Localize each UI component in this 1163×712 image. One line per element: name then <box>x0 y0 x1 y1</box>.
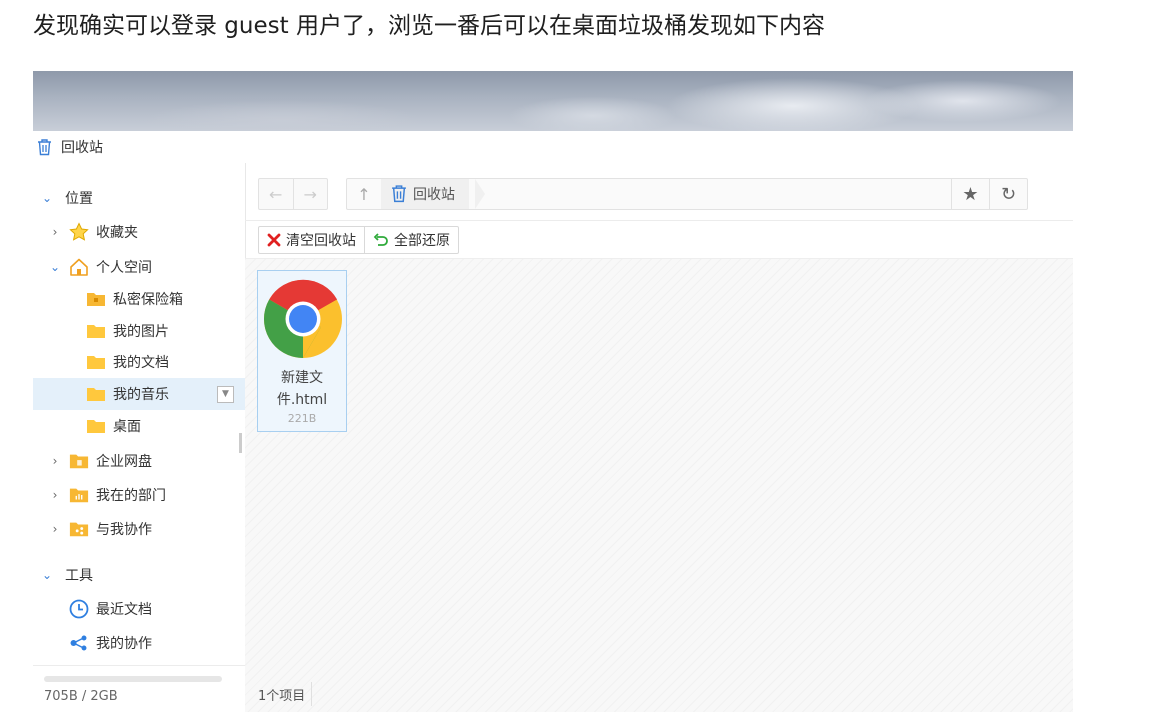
sidebar-item-recent-docs[interactable]: 最近文档 <box>33 593 245 625</box>
sidebar-item-label: 个人空间 <box>96 260 152 276</box>
chrome-icon <box>263 279 343 363</box>
sidebar-item-label: 与我协作 <box>96 522 152 538</box>
sidebar-item-desktop[interactable]: 桌面 <box>33 410 245 442</box>
sidebar-item-shared-with-me[interactable]: › 与我协作 <box>33 513 245 545</box>
storage-usage-bar <box>44 676 222 682</box>
section-label: 位置 <box>65 191 93 207</box>
chevron-right-icon: › <box>52 522 58 536</box>
status-item-count: 1个项目 <box>258 682 313 706</box>
chevron-down-icon: ⌄ <box>49 260 61 274</box>
up-button[interactable]: ↑ <box>347 179 381 209</box>
favorite-button[interactable]: ★ <box>951 179 989 209</box>
folder-icon <box>86 352 106 372</box>
breadcrumb[interactable]: 回收站 <box>381 179 469 209</box>
sidebar-item-enterprise-disk[interactable]: › 企业网盘 <box>33 445 245 477</box>
clock-icon <box>69 599 89 619</box>
sidebar-item-personal-space[interactable]: ⌄ 个人空间 <box>33 251 245 283</box>
file-name-line: 新建文 <box>281 370 323 386</box>
file-name: 新建文 件.html <box>258 367 346 411</box>
folder-icon <box>86 384 106 404</box>
file-size: 221B <box>287 412 317 425</box>
chevron-right-icon: › <box>52 488 58 502</box>
back-button[interactable]: ← <box>259 179 293 209</box>
refresh-icon: ↻ <box>1000 183 1017 205</box>
storage-usage-text: 705B / 2GB <box>44 689 118 704</box>
refresh-button[interactable]: ↻ <box>989 179 1027 209</box>
sidebar-item-my-pictures[interactable]: 我的图片 <box>33 315 245 347</box>
restore-all-button[interactable]: 全部还原 <box>364 227 458 253</box>
sidebar-item-label: 企业网盘 <box>96 454 152 470</box>
sidebar-item-label: 我的音乐 <box>113 387 169 403</box>
folder-icon <box>86 416 106 436</box>
sidebar-item-label: 我的文档 <box>113 355 169 371</box>
empty-trash-button[interactable]: 清空回收站 <box>259 227 364 253</box>
chevron-right-icon: › <box>52 225 58 239</box>
vault-folder-icon <box>86 289 106 309</box>
trash-icon <box>37 138 52 156</box>
sidebar-item-label: 桌面 <box>113 419 141 435</box>
sidebar-item-label: 我在的部门 <box>96 488 166 504</box>
undo-icon <box>373 233 389 247</box>
breadcrumb-label: 回收站 <box>413 187 455 203</box>
sidebar-item-label: 收藏夹 <box>96 225 138 241</box>
sidebar-item-my-department[interactable]: › 我在的部门 <box>33 479 245 511</box>
sidebar-item-private-vault[interactable]: 私密保险箱 <box>33 283 245 315</box>
sidebar-item-favorites[interactable]: › 收藏夹 <box>33 216 245 248</box>
star-icon: ★ <box>962 183 979 205</box>
sidebar-section-tools[interactable]: ⌄ 工具 <box>33 559 245 591</box>
window-banner <box>33 71 1073 131</box>
file-list[interactable]: 新建文 件.html 221B 1个项目 <box>245 258 1073 712</box>
sidebar-item-label: 私密保险箱 <box>113 292 183 308</box>
chevron-down-icon: ⌄ <box>41 191 53 205</box>
forward-button[interactable]: → <box>292 179 328 209</box>
empty-trash-label: 清空回收站 <box>286 233 356 249</box>
window-title-bar: 回收站 <box>33 131 1073 163</box>
close-icon <box>267 233 281 247</box>
home-icon <box>69 257 89 277</box>
divider <box>33 665 245 666</box>
toolbar: 清空回收站 全部还原 <box>258 226 459 254</box>
share-icon <box>69 633 89 653</box>
dropdown-toggle[interactable]: ▼ <box>217 385 234 403</box>
article-caption: 发现确实可以登录 guest 用户了，浏览一番后可以在桌面垃圾桶发现如下内容 <box>33 13 825 39</box>
sidebar-item-label: 最近文档 <box>96 602 152 618</box>
chevron-down-icon: ⌄ <box>41 568 53 582</box>
sidebar-section-location[interactable]: ⌄ 位置 <box>33 182 245 214</box>
trash-icon <box>391 185 407 203</box>
department-folder-icon <box>69 485 89 505</box>
file-name-line: 件.html <box>276 392 328 408</box>
sidebar: ⌄ 位置 › 收藏夹 ⌄ 个人空间 私密保险箱 我的图片 我的文档 我的音乐 ▼… <box>33 163 246 711</box>
breadcrumb-separator <box>475 179 485 209</box>
sidebar-item-my-music[interactable]: 我的音乐 ▼ <box>33 378 245 410</box>
star-icon <box>69 222 89 242</box>
shared-folder-icon <box>69 519 89 539</box>
window-title: 回收站 <box>61 140 103 156</box>
section-label: 工具 <box>65 568 93 584</box>
main-pane: ← → ↑ 回收站 ★ ↻ 清空回收站 全部还原 新建文 件.html 221B… <box>245 163 1073 712</box>
enterprise-folder-icon <box>69 451 89 471</box>
divider <box>245 220 1073 221</box>
folder-icon <box>86 321 106 341</box>
history-nav: ← → <box>258 178 328 210</box>
address-bar: ↑ 回收站 ★ ↻ <box>346 178 1028 210</box>
sidebar-item-my-collab[interactable]: 我的协作 <box>33 627 245 659</box>
sidebar-item-label: 我的协作 <box>96 636 152 652</box>
restore-all-label: 全部还原 <box>394 233 450 249</box>
chevron-right-icon: › <box>52 454 58 468</box>
file-item[interactable]: 新建文 件.html 221B <box>257 270 347 432</box>
sidebar-item-label: 我的图片 <box>113 324 169 340</box>
sidebar-item-my-documents[interactable]: 我的文档 <box>33 346 245 378</box>
